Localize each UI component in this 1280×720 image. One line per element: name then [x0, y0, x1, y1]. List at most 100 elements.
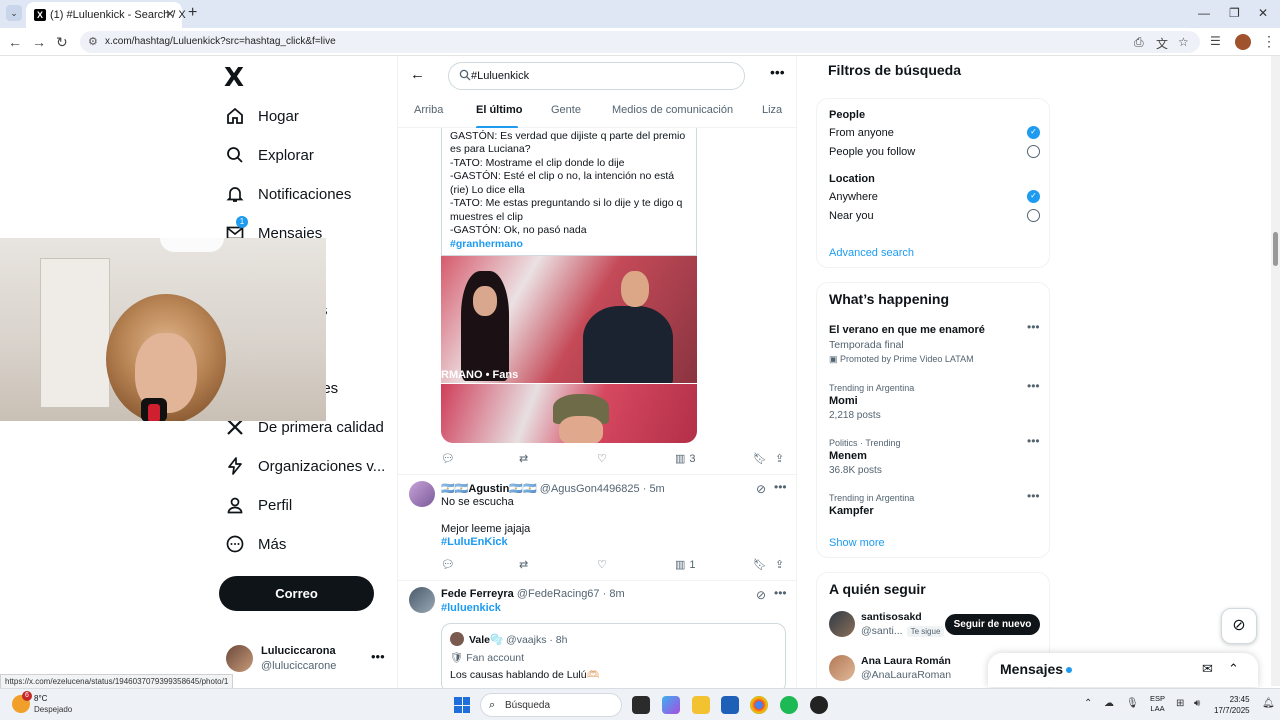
share-icon[interactable]: ⇪ [775, 452, 784, 465]
like-icon[interactable]: ♡ [597, 558, 607, 571]
reading-list-icon[interactable]: ☰ [1210, 34, 1221, 48]
trend-name[interactable]: Momi [829, 395, 858, 407]
mic-icon[interactable]: 🎙︎ [1126, 698, 1139, 709]
tweet-handle[interactable]: @FedeRacing67 [517, 588, 600, 600]
hashtag-link[interactable]: #granhermano [450, 238, 523, 250]
nav-home[interactable]: Hogar [224, 102, 299, 130]
trend-name[interactable]: Kampfer [829, 505, 874, 517]
more-icon[interactable]: ••• [1027, 434, 1040, 448]
store-icon[interactable] [721, 696, 739, 714]
tab-top[interactable]: Arriba [414, 104, 443, 116]
minimize-button[interactable]: — [1198, 6, 1210, 20]
more-icon[interactable]: ••• [774, 586, 787, 600]
tray-chevron-icon[interactable]: ⌃ [1084, 698, 1092, 709]
tab-people[interactable]: Gente [551, 104, 581, 116]
expand-icon[interactable]: ⌃ [1228, 661, 1239, 677]
more-icon[interactable]: ••• [1027, 320, 1040, 334]
copilot-icon[interactable] [662, 696, 680, 714]
hashtag-link[interactable]: #LuluEnKick [441, 536, 508, 548]
reply-icon[interactable]: 💬︎ [441, 452, 455, 465]
radio-checked-icon[interactable]: ✓ [1027, 126, 1040, 139]
site-info-icon[interactable]: ⚙ [88, 35, 98, 48]
advanced-search-link[interactable]: Advanced search [829, 247, 914, 259]
forward-icon[interactable]: → [32, 34, 46, 50]
tweet-handle[interactable]: @AgusGon4496825 [540, 483, 640, 495]
avatar[interactable] [409, 587, 435, 613]
taskbar-search[interactable]: ⌕ Búsqueda [480, 693, 622, 717]
onedrive-icon[interactable]: ☁ [1104, 698, 1114, 709]
bookmark-icon[interactable]: 🔖︎ [753, 558, 767, 571]
scrollbar[interactable] [1271, 56, 1280, 686]
tab-search-button[interactable]: ⌄ [6, 5, 22, 21]
grok-button-icon[interactable]: ⊘ [1221, 608, 1257, 644]
reload-icon[interactable]: ↻ [56, 34, 68, 51]
grok-icon[interactable]: ⊘ [756, 482, 766, 496]
tab-lists[interactable]: Liza [762, 104, 782, 116]
nav-explore[interactable]: Explorar [224, 141, 314, 169]
more-icon[interactable]: ••• [770, 64, 785, 80]
tab-media[interactable]: Medios de comunicación [612, 104, 733, 116]
account-switcher[interactable]: Luluciccarona @luluciccarone ••• [226, 643, 386, 675]
reply-icon[interactable]: 💬︎ [441, 558, 455, 571]
nav-profile[interactable]: Perfil [224, 491, 292, 519]
back-arrow-icon[interactable]: ← [410, 66, 425, 83]
browser-menu-icon[interactable]: ⋮ [1262, 33, 1276, 50]
tweet-image[interactable] [441, 384, 697, 443]
avatar[interactable] [829, 611, 855, 637]
task-view-icon[interactable] [632, 696, 650, 714]
nav-notifications[interactable]: Notificaciones [224, 180, 351, 208]
bookmark-star-icon[interactable]: ☆ [1178, 35, 1189, 49]
views-icon[interactable]: ▥ 1 [675, 558, 696, 572]
address-bar[interactable]: ⚙ x.com/hashtag/Luluenkick?src=hashtag_c… [80, 31, 1200, 53]
tab-close-icon[interactable]: ✕ [165, 7, 175, 21]
back-icon[interactable]: ← [8, 34, 22, 50]
tweet-text-card[interactable]: GASTÓN: Es verdad que dijiste q parte de… [441, 128, 697, 256]
file-explorer-icon[interactable] [692, 696, 710, 714]
install-icon[interactable]: ⎙ [1134, 35, 1144, 50]
like-icon[interactable]: ♡ [597, 452, 607, 465]
retweet-icon[interactable]: ⇄ [519, 558, 528, 571]
filter-from-anyone[interactable]: From anyone [829, 127, 894, 139]
show-more-link[interactable]: Show more [829, 537, 885, 549]
suggested-name[interactable]: Ana Laura Román [861, 655, 951, 667]
more-icon[interactable]: ••• [371, 649, 385, 664]
new-tab-button[interactable]: + [188, 5, 197, 21]
clock[interactable]: 23:45 17/7/2025 [1214, 694, 1250, 716]
avatar[interactable] [829, 655, 855, 681]
nav-organizations[interactable]: Organizaciones v... [224, 452, 385, 480]
quoted-tweet[interactable]: Vale🫧 @vaajks · 8h 🛡︎ Fan account Los ca… [441, 623, 786, 693]
follow-again-button[interactable]: Seguir de nuevo [945, 614, 1040, 635]
radio-icon[interactable] [1027, 145, 1040, 158]
hashtag-link[interactable]: #luluenkick [441, 602, 501, 614]
translate-icon[interactable]: 文 [1156, 35, 1168, 52]
grok-icon[interactable]: ⊘ [756, 588, 766, 602]
trend-name[interactable]: Menem [829, 450, 867, 462]
weather-status[interactable]: Despejado [34, 705, 72, 714]
new-message-icon[interactable]: ✉ [1202, 661, 1213, 677]
radio-icon[interactable] [1027, 209, 1040, 222]
app-icon[interactable] [810, 696, 828, 714]
tweet-image[interactable]: RMANO • Fans [441, 256, 697, 383]
tweet-time[interactable]: · 5m [643, 483, 665, 495]
search-query[interactable]: #Luluenkick [471, 70, 529, 82]
notifications-icon[interactable]: 🔔︎ [1262, 698, 1275, 709]
radio-checked-icon[interactable]: ✓ [1027, 190, 1040, 203]
weather-temp[interactable]: 8°C [34, 694, 47, 703]
tweet-author[interactable]: Fede Ferreyra [441, 588, 514, 600]
restore-button[interactable]: ❐ [1229, 6, 1240, 20]
network-icon[interactable]: ⊞ [1176, 698, 1184, 709]
tweet-time[interactable]: · 8m [603, 588, 625, 600]
messages-drawer[interactable]: Mensajes ✉ ⌃ [988, 653, 1258, 687]
more-icon[interactable]: ••• [1027, 489, 1040, 503]
scroll-thumb[interactable] [1273, 232, 1278, 266]
filter-anywhere[interactable]: Anywhere [829, 191, 878, 203]
windows-start-icon[interactable] [454, 697, 470, 713]
language-indicator[interactable]: ESP LAA [1150, 694, 1165, 714]
suggested-name[interactable]: santisosakd [861, 611, 922, 623]
trend-name[interactable]: El verano en que me enamoré [829, 324, 985, 336]
close-window-button[interactable]: ✕ [1258, 6, 1268, 20]
url-text[interactable]: x.com/hashtag/Luluenkick?src=hashtag_cli… [105, 36, 336, 47]
volume-icon[interactable]: 🔊︎ [1194, 698, 1200, 709]
share-icon[interactable]: ⇪ [775, 558, 784, 571]
spotify-icon[interactable] [780, 696, 798, 714]
